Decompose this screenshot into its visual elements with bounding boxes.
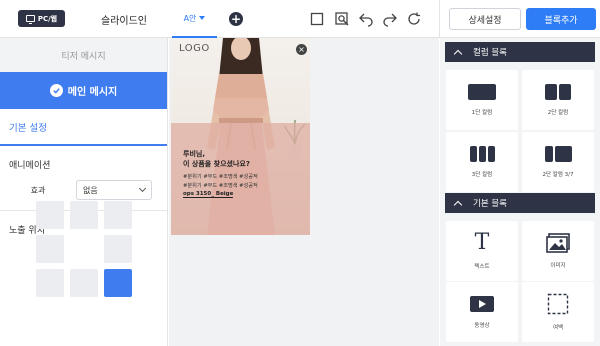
- plus-icon: +: [230, 12, 242, 26]
- video-icon: [470, 296, 494, 312]
- position-cell-middle-left[interactable]: [36, 235, 64, 263]
- block-label: 이미지: [550, 263, 566, 269]
- top-toolbar: PC/웹 슬라이드인 A안 + 상세설정 블록추가: [0, 0, 600, 38]
- square-icon: [310, 12, 324, 26]
- block-label: 동영상: [474, 323, 490, 329]
- animation-heading: 애니메이션: [9, 161, 51, 171]
- block-text[interactable]: T 텍스트: [446, 221, 518, 281]
- column-block-header[interactable]: 컬럼 블록: [445, 42, 595, 62]
- popup-preview[interactable]: LOGO × 루비님, 이 상품을 찾으셨나요? #분위기 #무드 #조명색 #…: [171, 38, 310, 235]
- campaign-type-label: 슬라이드인: [101, 16, 147, 27]
- block-3-column[interactable]: 3단 칼럼: [446, 132, 518, 192]
- block-2-column[interactable]: 2단 칼럼: [522, 70, 594, 130]
- basic-settings-title[interactable]: 기본 설정: [0, 109, 167, 146]
- caret-down-icon: [199, 16, 206, 20]
- effect-value: 없음: [83, 185, 98, 195]
- variant-tab-label: A안: [183, 13, 197, 23]
- effect-row: 효과 없음: [0, 180, 167, 200]
- block-2-column-3-7[interactable]: 2단 칼럼 3/7: [522, 132, 594, 192]
- text-icon: T: [474, 230, 490, 255]
- preview-search-icon: [335, 12, 349, 26]
- settings-panel: 티저 메시지 메인 메시지 기본 설정 애니메이션 효과 없음 노출 위치: [0, 38, 168, 346]
- chevron-up-icon: [453, 200, 463, 209]
- effect-label: 효과: [30, 185, 46, 195]
- position-cell-bottom-center[interactable]: [70, 269, 98, 297]
- toolbar-divider: [439, 0, 440, 38]
- popup-hashtags-line2: #분위기 #무드 #조명색 #성공적: [183, 183, 258, 189]
- product-code: ops 3150_ Beige: [183, 191, 234, 198]
- column-block-title: 컬럼 블록: [473, 48, 507, 58]
- position-cell-bottom-right[interactable]: [104, 269, 132, 297]
- variant-tab-a[interactable]: A안: [172, 0, 217, 38]
- chevron-down-icon: [138, 184, 147, 193]
- popup-greeting: 루비님,: [183, 150, 205, 158]
- logo-placeholder: LOGO: [179, 43, 210, 54]
- add-block-button[interactable]: 블록추가: [526, 8, 596, 30]
- undo-icon: [359, 13, 373, 27]
- redo-icon: [383, 13, 397, 27]
- main-message-label: 메인 메시지: [67, 87, 118, 98]
- position-cell-top-left[interactable]: [36, 201, 64, 229]
- two-column-icon: [545, 84, 571, 100]
- add-variant-button[interactable]: +: [229, 12, 243, 26]
- position-cell-middle-right[interactable]: [104, 235, 132, 263]
- device-toggle-button[interactable]: PC/웹: [18, 10, 65, 27]
- block-blank[interactable]: 여백: [522, 282, 594, 342]
- block-label: 2단 칼럼: [547, 110, 569, 116]
- one-column-icon: [468, 84, 496, 100]
- position-grid: [36, 201, 132, 297]
- frame-tool-button[interactable]: [308, 10, 326, 28]
- refresh-icon: [408, 12, 420, 25]
- check-circle-icon: [49, 84, 63, 97]
- block-image[interactable]: 이미지: [522, 221, 594, 281]
- blank-space-icon: [547, 293, 569, 315]
- basic-block-title: 기본 블록: [473, 199, 507, 209]
- redo-button[interactable]: [381, 10, 399, 28]
- position-cell-top-right[interactable]: [104, 201, 132, 229]
- position-cell-center: [70, 235, 98, 263]
- teaser-message-tab[interactable]: 티저 메시지: [0, 38, 167, 72]
- block-label: 3단 칼럼: [471, 172, 493, 178]
- close-icon[interactable]: ×: [296, 44, 307, 55]
- position-cell-bottom-left[interactable]: [36, 269, 64, 297]
- popup-hashtags: #분위기 #무드 #조명색 #성공적 #분위기 #무드 #조명색 #성공적: [183, 173, 258, 191]
- monitor-icon: [25, 15, 35, 24]
- main-message-tab[interactable]: 메인 메시지: [0, 72, 167, 109]
- three-column-icon: [469, 146, 495, 162]
- block-panel: 컬럼 블록 1단 칼럼 2단 칼럼 3단 칼럼 2단 칼럼 3/7 기본 블록 …: [440, 38, 600, 346]
- undo-button[interactable]: [357, 10, 375, 28]
- two-column-ratio-icon: [544, 146, 572, 162]
- block-1-column[interactable]: 1단 칼럼: [446, 70, 518, 130]
- block-label: 텍스트: [474, 264, 490, 270]
- preview-canvas: LOGO × 루비님, 이 상품을 찾으셨나요? #분위기 #무드 #조명색 #…: [169, 38, 439, 346]
- popup-question: 이 상품을 찾으셨나요?: [183, 160, 250, 168]
- chevron-up-icon: [453, 49, 463, 58]
- block-label: 1단 칼럼: [471, 110, 493, 116]
- effect-select[interactable]: 없음: [76, 180, 152, 200]
- device-label: PC/웹: [37, 14, 58, 23]
- popup-hashtags-line1: #분위기 #무드 #조명색 #성공적: [183, 174, 258, 180]
- block-video[interactable]: 동영상: [446, 282, 518, 342]
- preview-button[interactable]: [333, 10, 351, 28]
- position-cell-top-center[interactable]: [70, 201, 98, 229]
- image-icon: [546, 233, 570, 253]
- block-label: 2단 칼럼 3/7: [542, 172, 574, 178]
- block-label: 여백: [552, 325, 564, 331]
- refresh-button[interactable]: [405, 10, 423, 28]
- detail-settings-button[interactable]: 상세설정: [449, 8, 521, 30]
- basic-block-header[interactable]: 기본 블록: [445, 193, 595, 213]
